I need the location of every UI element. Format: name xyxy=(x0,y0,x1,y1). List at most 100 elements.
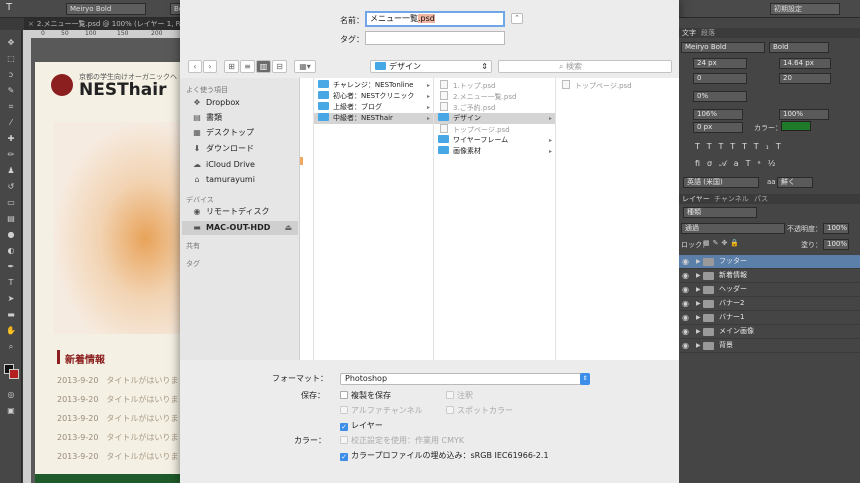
eye-icon[interactable]: ◉ xyxy=(682,283,689,296)
zoom-tool-icon[interactable]: ⌕ xyxy=(5,342,17,352)
marquee-tool-icon[interactable]: ⬚ xyxy=(5,54,17,64)
close-icon[interactable]: × xyxy=(28,20,34,28)
alpha-channels-checkbox[interactable]: アルファチャンネル xyxy=(340,406,423,416)
blend-mode-select[interactable]: 通過 xyxy=(681,223,785,234)
background-color-swatch[interactable] xyxy=(9,369,19,379)
list-item[interactable]: 上級者：ブログ ▸ xyxy=(314,102,433,113)
layer-row[interactable]: ◉ ▶ 背景 xyxy=(679,339,860,353)
eye-icon[interactable]: ◉ xyxy=(682,255,689,268)
gradient-tool-icon[interactable]: ▤ xyxy=(5,214,17,224)
type-tool-icon[interactable]: T xyxy=(5,278,17,288)
document-canvas[interactable]: 京都の学生向けオーガニックヘ NESThair 新着情報 2013-9-20 タイ… xyxy=(35,62,180,483)
coverflow-view-button[interactable]: ⊟ xyxy=(272,60,287,73)
type-style-icons[interactable]: TTTTTT₁T xyxy=(695,142,788,151)
quick-mask-icon[interactable]: ◎ xyxy=(5,390,17,400)
list-item[interactable]: デザイン ▸ xyxy=(434,113,555,124)
sidebar-item-home[interactable]: ⌂ tamurayumi xyxy=(192,173,254,187)
history-brush-icon[interactable]: ↺ xyxy=(5,182,17,192)
eye-icon[interactable]: ◉ xyxy=(682,269,689,282)
sidebar-item-downloads[interactable]: ⬇ ダウンロード xyxy=(192,142,254,156)
layer-row[interactable]: ◉ ▶ メイン画像 xyxy=(679,325,860,339)
blur-tool-icon[interactable]: ● xyxy=(5,230,17,240)
tsume-field[interactable]: 0% xyxy=(693,91,747,102)
filename-input[interactable]: メニュー一覧.psd xyxy=(365,11,505,27)
pen-tool-icon[interactable]: ✒ xyxy=(5,262,17,272)
list-item[interactable]: 1.トップ.psd xyxy=(434,80,555,91)
baseline-field[interactable]: 0 px xyxy=(693,122,743,133)
tags-input[interactable] xyxy=(365,31,505,45)
eject-icon[interactable]: ⏏ xyxy=(284,221,292,235)
checkmark-icon[interactable]: ✓ xyxy=(340,453,348,461)
checkmark-icon[interactable]: ✓ xyxy=(340,423,348,431)
list-item[interactable]: 3.ご予約.psd xyxy=(434,102,555,113)
proof-setup-checkbox[interactable]: 校正設定を使用：作業用 CMYK xyxy=(340,436,464,446)
icon-view-button[interactable]: ⊞ xyxy=(224,60,239,73)
vertical-scale-field[interactable]: 106% xyxy=(693,109,743,120)
list-item[interactable]: 初心者：NESTクリニック ▸ xyxy=(314,91,433,102)
checkbox[interactable] xyxy=(446,391,454,399)
sidebar-item-documents[interactable]: ▤ 書類 xyxy=(192,111,222,125)
stamp-tool-icon[interactable]: ♟ xyxy=(5,166,17,176)
checkbox[interactable] xyxy=(340,436,348,444)
checkbox[interactable] xyxy=(446,406,454,414)
workspace-preset-select[interactable]: 初期設定 xyxy=(770,3,840,15)
opentype-icons[interactable]: ﬁσ𝒜aTᵃ½ xyxy=(695,159,782,168)
move-tool-icon[interactable]: ✥ xyxy=(5,38,17,48)
layer-row[interactable]: ◉ ▶ バナー1 xyxy=(679,311,860,325)
embed-profile-checkbox[interactable]: ✓ カラープロファイルの埋め込み：sRGB IEC61966-2.1 xyxy=(340,451,549,461)
disclosure-triangle-icon[interactable]: ▶ xyxy=(696,283,701,296)
eye-icon[interactable]: ◉ xyxy=(682,297,689,310)
notes-checkbox[interactable]: 注釈 xyxy=(446,391,473,401)
layer-row[interactable]: ◉ ▶ フッター xyxy=(679,255,860,269)
list-item[interactable]: 画像素材 ▸ xyxy=(434,146,555,157)
disclosure-triangle-icon[interactable]: ▶ xyxy=(696,269,701,282)
screen-mode-icon[interactable]: ▣ xyxy=(5,406,17,416)
type-tool-icon[interactable]: T xyxy=(6,2,12,13)
list-item[interactable]: トップページ.psd xyxy=(434,124,555,135)
list-item[interactable]: 中級者：NESThair ▸ xyxy=(314,113,433,124)
disclosure-triangle-icon[interactable]: ▶ xyxy=(696,311,701,324)
eye-icon[interactable]: ◉ xyxy=(682,339,689,352)
search-field[interactable]: ⌕ 検索 xyxy=(498,60,672,73)
layer-filter-select[interactable]: 種類 xyxy=(683,207,757,218)
layer-row[interactable]: ◉ ▶ 新着情報 xyxy=(679,269,860,283)
format-select[interactable]: Photoshop ⇕ xyxy=(340,373,590,385)
hand-tool-icon[interactable]: ✋ xyxy=(5,326,17,336)
shape-tool-icon[interactable]: ▬ xyxy=(5,310,17,320)
list-item[interactable]: ワイヤーフレーム ▸ xyxy=(434,135,555,146)
eraser-tool-icon[interactable]: ▭ xyxy=(5,198,17,208)
heal-tool-icon[interactable]: ✚ xyxy=(5,134,17,144)
list-item[interactable]: 2.メニュー一覧.psd xyxy=(434,91,555,102)
list-view-button[interactable]: ≡ xyxy=(240,60,255,73)
lasso-tool-icon[interactable]: ↄ xyxy=(5,70,17,80)
tab-character[interactable]: 文字 xyxy=(682,28,696,38)
checkbox[interactable] xyxy=(340,391,348,399)
opacity-field[interactable]: 100% xyxy=(823,223,849,234)
fill-field[interactable]: 100% xyxy=(823,239,849,250)
text-color-swatch[interactable] xyxy=(781,121,811,131)
tab-layers[interactable]: レイヤー xyxy=(682,194,710,204)
spot-colors-checkbox[interactable]: スポットカラー xyxy=(446,406,513,416)
layer-row[interactable]: ◉ ▶ バナー2 xyxy=(679,297,860,311)
checkbox[interactable] xyxy=(340,406,348,414)
path-select-icon[interactable]: ➤ xyxy=(5,294,17,304)
column-view-button[interactable]: ▥ xyxy=(256,60,271,73)
brush-tool-icon[interactable]: ✏ xyxy=(5,150,17,160)
font-style-select[interactable]: Bold xyxy=(769,42,829,53)
arrange-button[interactable]: ▦▾ xyxy=(294,60,316,73)
sidebar-item-hdd[interactable]: ▬ MAC-OUT-HDD ⏏ xyxy=(182,221,298,235)
antialias-select[interactable]: 鮮く xyxy=(777,177,813,188)
document-tab[interactable]: × 2.メニュー一覧.psd @ 100% (レイヤー 1, RGB xyxy=(24,18,180,30)
sidebar-item-dropbox[interactable]: ❖ Dropbox xyxy=(192,96,239,110)
layer-row[interactable]: ◉ ▶ ヘッダー xyxy=(679,283,860,297)
horizontal-scale-field[interactable]: 100% xyxy=(779,109,829,120)
list-item[interactable]: チャレンジ：NESTonline ▸ xyxy=(314,80,433,91)
language-select[interactable]: 英語 (米国) xyxy=(683,177,759,188)
location-select[interactable]: デザイン ⇕ xyxy=(370,60,492,73)
disclosure-triangle-icon[interactable]: ▶ xyxy=(696,255,701,268)
forward-button[interactable]: › xyxy=(203,60,217,73)
font-family-select[interactable]: Meiryo Bold xyxy=(66,3,146,15)
sidebar-item-desktop[interactable]: ▦ デスクトップ xyxy=(192,126,254,140)
font-family-select[interactable]: Meiryo Bold xyxy=(681,42,765,53)
tab-paragraph[interactable]: 段落 xyxy=(701,28,715,38)
